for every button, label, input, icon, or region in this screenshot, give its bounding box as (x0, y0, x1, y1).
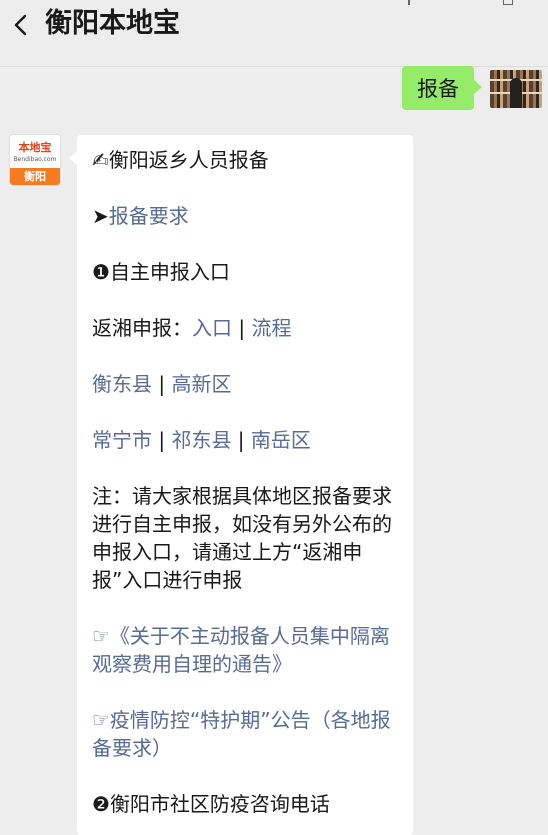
divider-icon (408, 0, 410, 5)
special-period-link[interactable]: ☞疫情防控“特护期”公告（各地报备要求） (92, 706, 392, 762)
district-row-2: 常宁市 | 祁东县 | 南岳区 (92, 426, 392, 454)
district-row-1: 衡东县 | 高新区 (92, 370, 392, 398)
separator: | (152, 428, 172, 452)
process-link[interactable]: 流程 (251, 316, 291, 340)
note-text: 注：请大家根据具体地区报备要求进行自主申报，如没有另外公布的申报入口，请通过上方… (92, 484, 392, 592)
pen-icon: ✍ (92, 148, 109, 172)
avatar-site: Bendibao.com (13, 156, 57, 163)
arrow-icon: ➤ (92, 204, 109, 228)
chevron-left-icon (14, 14, 27, 36)
notice-link[interactable]: ☞《关于不主动报备人员集中隔离观察费用自理的通告》 (92, 622, 392, 678)
entry-link[interactable]: 入口 (192, 316, 232, 340)
separator: | (232, 316, 252, 340)
requirements-link[interactable]: 报备要求 (109, 204, 189, 228)
self-avatar[interactable] (490, 70, 542, 108)
top-right-icons[interactable] (405, 0, 515, 6)
gaoxin-link[interactable]: 高新区 (171, 372, 231, 396)
changning-link[interactable]: 常宁市 (92, 428, 152, 452)
profile-icon[interactable] (503, 0, 513, 5)
avatar-brand: 本地宝 (18, 141, 52, 154)
article-heading: ✍衡阳返乡人员报备 (92, 146, 392, 174)
number-one-icon: ❶ (92, 260, 110, 284)
avatar-city: 衡阳 (10, 168, 60, 185)
number-two-icon: ❷ (92, 792, 110, 816)
hotline-label: 衡阳市社区防疫咨询电话 (109, 792, 330, 816)
bot-avatar[interactable]: 本地宝 Bendibao.com 衡阳 (10, 135, 60, 185)
back-button[interactable] (10, 10, 34, 40)
return-prefix: 返湘申报： (92, 316, 192, 340)
top-bar: 衡阳本地宝 (0, 0, 548, 67)
reply-message-bubble: ✍衡阳返乡人员报备 ➤报备要求 ❶自主申报入口 返湘申报：入口 | 流程 衡东县… (69, 135, 413, 835)
separator: | (152, 372, 172, 396)
avatar-person (510, 78, 522, 108)
return-report-line: 返湘申报：入口 | 流程 (92, 314, 392, 342)
nanyue-link[interactable]: 南岳区 (251, 428, 311, 452)
item-self-report: ❶自主申报入口 (92, 258, 392, 286)
qidong-link[interactable]: 祁东县 (171, 428, 231, 452)
section-requirements: ➤报备要求 (92, 202, 392, 230)
chat-title: 衡阳本地宝 (45, 8, 180, 39)
item-hotline: ❷衡阳市社区防疫咨询电话 (92, 790, 392, 818)
heading-text: 衡阳返乡人员报备 (108, 148, 269, 172)
hengdong-link[interactable]: 衡东县 (92, 372, 152, 396)
sent-message-bubble[interactable]: 报备 (402, 66, 482, 110)
sent-message-text: 报备 (417, 77, 459, 101)
separator: | (231, 428, 251, 452)
self-report-label: 自主申报入口 (109, 260, 230, 284)
